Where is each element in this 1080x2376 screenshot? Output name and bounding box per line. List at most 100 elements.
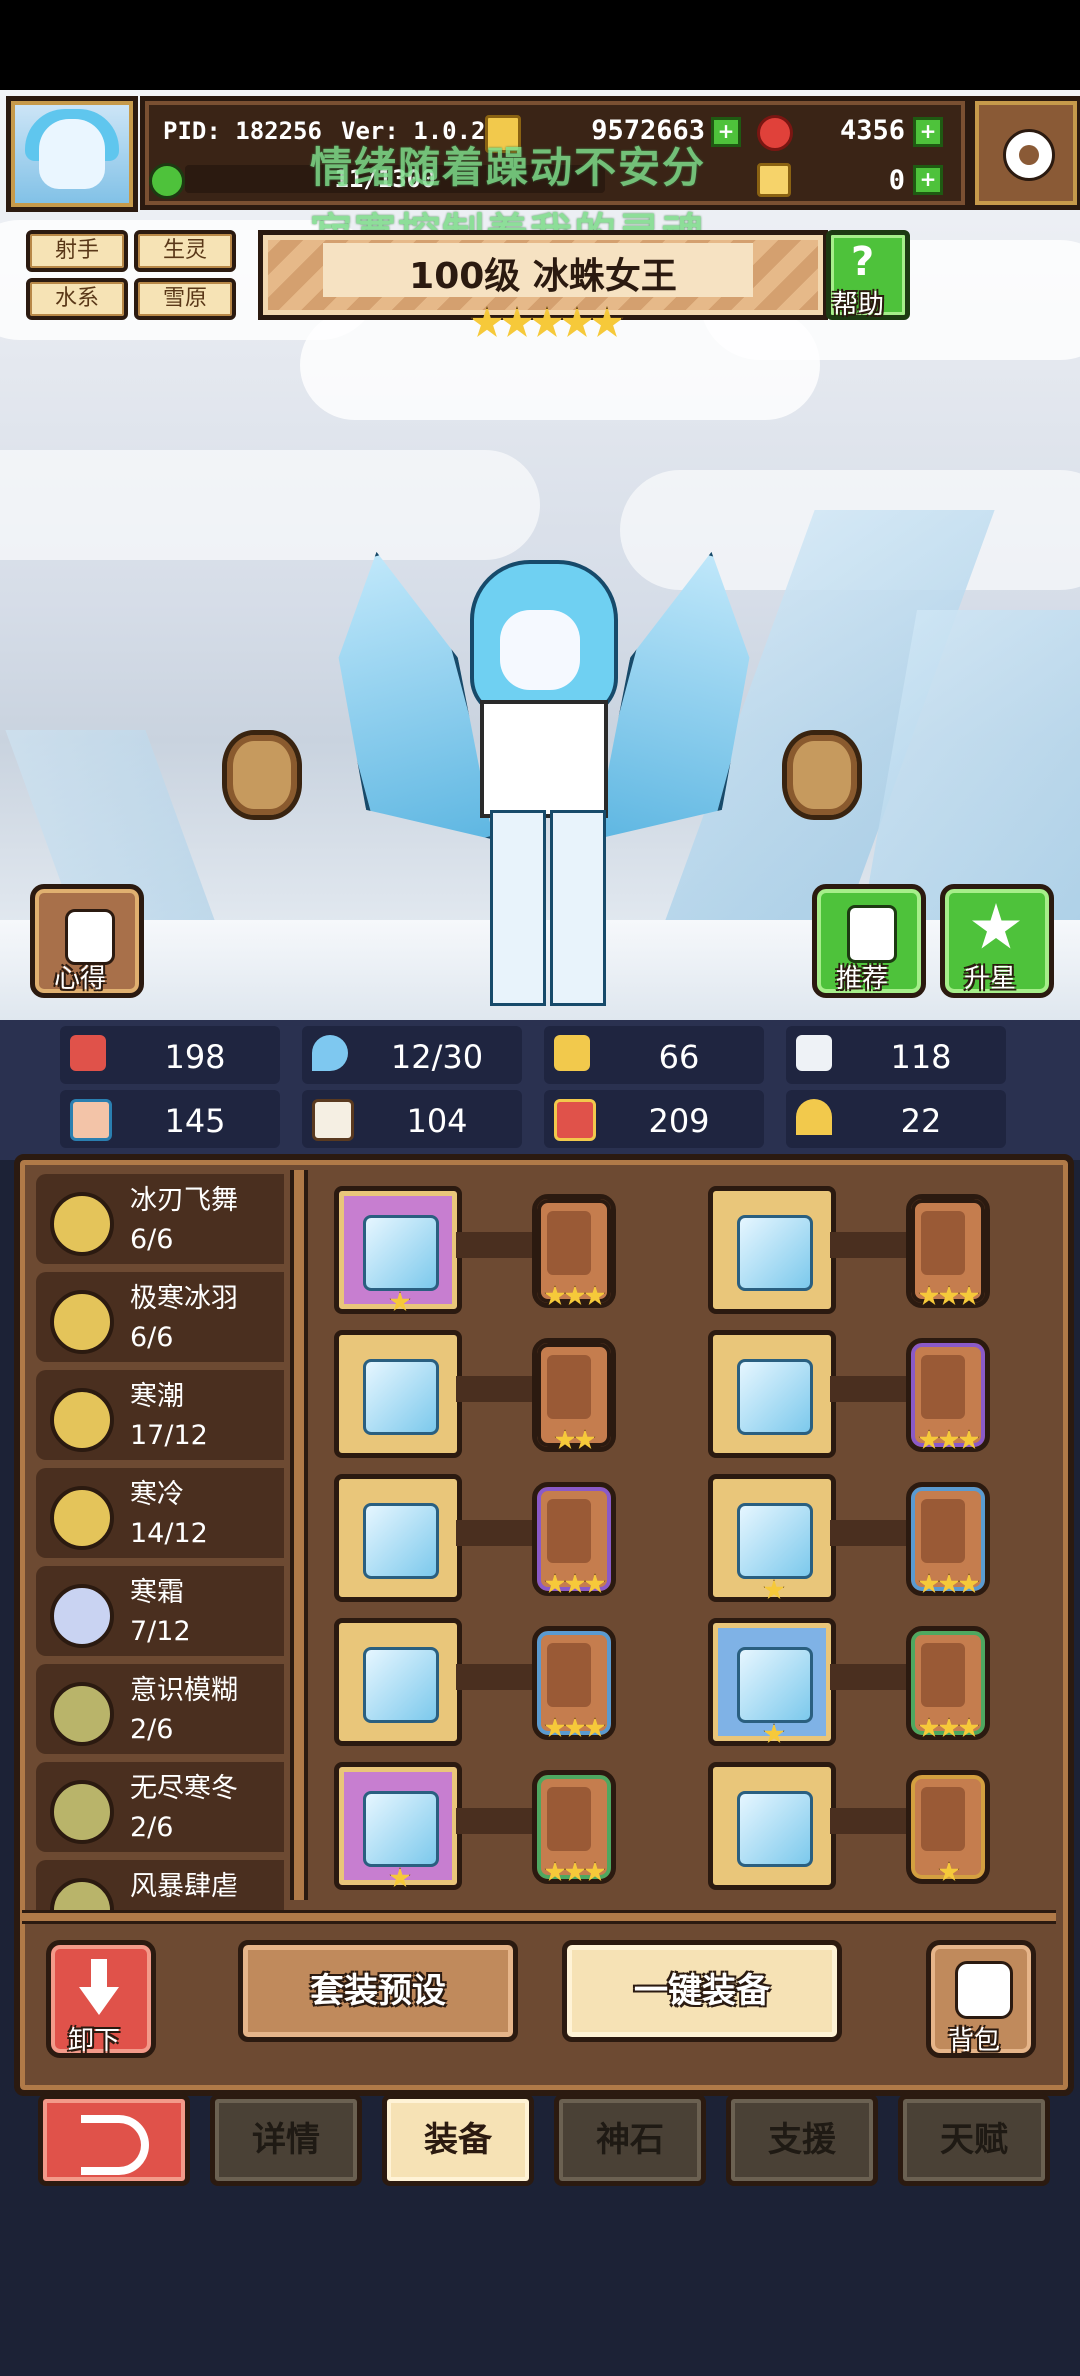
equipment-slot[interactable]: [708, 1762, 836, 1890]
rune-star-icon: [544, 1861, 566, 1882]
next-hero-button[interactable]: [782, 730, 862, 820]
rune-star-icon: [544, 1285, 566, 1306]
add-gold-icon[interactable]: +: [711, 117, 741, 147]
stat-attack: 145: [60, 1090, 280, 1148]
heart-icon: [70, 1035, 106, 1071]
stat-value: 198: [164, 1038, 226, 1076]
equipment-slot[interactable]: [708, 1330, 836, 1458]
rune-icon: [921, 1643, 965, 1707]
set-preset-button[interactable]: 套装预设: [238, 1940, 518, 2042]
set-count: 2/6: [130, 1812, 174, 1843]
set-item[interactable]: 风暴肆虐: [36, 1860, 284, 1910]
rune-slot[interactable]: [532, 1770, 616, 1884]
slot-connector: [830, 1808, 910, 1834]
rune-icon: [547, 1787, 591, 1851]
player-avatar[interactable]: [6, 96, 138, 212]
set-item[interactable]: 寒霜 7/12: [36, 1566, 284, 1656]
set-icon: [50, 1388, 114, 1452]
tag-race: 生灵: [134, 230, 236, 272]
set-item[interactable]: 寒潮 17/12: [36, 1370, 284, 1460]
bag-icon: [955, 1961, 1013, 2019]
equipment-slot[interactable]: [334, 1618, 462, 1746]
equipment-slot[interactable]: [708, 1618, 836, 1746]
item-star-icon: [763, 1579, 785, 1600]
cape-icon: [737, 1359, 813, 1435]
slot-connector: [830, 1664, 910, 1690]
hero-character[interactable]: [320, 520, 760, 1020]
equipment-slot[interactable]: [334, 1186, 462, 1314]
item-star-icon: [389, 1291, 411, 1312]
rune-slot[interactable]: [532, 1194, 616, 1308]
horseshoe-icon: [796, 1099, 832, 1135]
panel-divider: [290, 1170, 308, 1900]
set-name: 意识模糊: [130, 1675, 238, 1706]
rune-icon: [547, 1211, 591, 1275]
fist-icon: [70, 1099, 112, 1141]
rune-star-icon: [958, 1429, 980, 1450]
settings-button[interactable]: [970, 96, 1080, 210]
rune-star-icon: [938, 1573, 960, 1594]
star-icon: [972, 903, 1020, 949]
set-item[interactable]: 极寒冰羽 6/6: [36, 1272, 284, 1362]
set-name: 极寒冰羽: [130, 1283, 238, 1314]
set-name: 风暴肆虐: [130, 1871, 238, 1902]
rune-slot[interactable]: [906, 1482, 990, 1596]
slot-connector: [456, 1376, 536, 1402]
set-bonus-list[interactable]: 冰刃飞舞 6/6 极寒冰羽 6/6 寒潮 17/12 寒冷 14/12 寒霜 7…: [22, 1170, 284, 1910]
set-count: 6/6: [130, 1224, 174, 1255]
tab-equipment[interactable]: 装备: [382, 2094, 534, 2186]
rune-slot[interactable]: [532, 1338, 616, 1452]
back-button[interactable]: [38, 2094, 190, 2186]
tab-details[interactable]: 详情: [210, 2094, 362, 2186]
rune-icon: [921, 1787, 965, 1851]
add-ticket-icon[interactable]: +: [913, 165, 943, 195]
rune-slot[interactable]: [906, 1770, 990, 1884]
equipment-slot[interactable]: [708, 1474, 836, 1602]
sword-icon: [363, 1215, 439, 1291]
set-item[interactable]: 冰刃飞舞 6/6: [36, 1174, 284, 1264]
equipment-slot[interactable]: [708, 1186, 836, 1314]
shield-icon: [554, 1035, 590, 1071]
help-label: 帮助: [832, 290, 885, 320]
rune-slot[interactable]: [532, 1482, 616, 1596]
set-name: 寒霜: [130, 1577, 184, 1608]
ticket-amount: 0: [888, 165, 905, 196]
equipment-slot[interactable]: [334, 1330, 462, 1458]
add-gem-icon[interactable]: +: [913, 117, 943, 147]
recommend-label: 推荐: [836, 964, 889, 994]
rune-star-icon: [544, 1717, 566, 1738]
notes-label: 心得: [54, 964, 107, 994]
tag-element: 水系: [26, 278, 128, 320]
tab-support[interactable]: 支援: [726, 2094, 878, 2186]
gem-amount: 4356: [839, 115, 905, 146]
clover-icon: [149, 163, 185, 199]
book-icon: [312, 1099, 354, 1141]
slot-connector: [830, 1376, 910, 1402]
equipment-slot[interactable]: [334, 1474, 462, 1602]
crown-icon: [737, 1215, 813, 1291]
ruby-gem-icon: [757, 115, 793, 151]
rune-slot[interactable]: [906, 1626, 990, 1740]
rune-star-icon: [574, 1429, 596, 1450]
rune-star-icon: [544, 1573, 566, 1594]
set-item[interactable]: 意识模糊 2/6: [36, 1664, 284, 1754]
set-icon: [50, 1878, 114, 1910]
stat-value: 118: [890, 1038, 952, 1076]
rune-slot[interactable]: [906, 1194, 990, 1308]
dagger-icon: [363, 1359, 439, 1435]
status-bar: [0, 0, 1080, 90]
rune-star-icon: [564, 1717, 586, 1738]
equipment-slot[interactable]: [334, 1762, 462, 1890]
set-count: 7/12: [130, 1616, 191, 1647]
auto-equip-button[interactable]: 一键装备: [562, 1940, 842, 2042]
down-arrow-icon: [79, 1959, 119, 2015]
rune-icon: [921, 1211, 965, 1275]
rune-slot[interactable]: [532, 1626, 616, 1740]
prev-hero-button[interactable]: [222, 730, 302, 820]
rune-slot[interactable]: [906, 1338, 990, 1452]
tab-talent[interactable]: 天赋: [898, 2094, 1050, 2186]
rune-star-icon: [938, 1717, 960, 1738]
tab-god-stone[interactable]: 神石: [554, 2094, 706, 2186]
set-item[interactable]: 寒冷 14/12: [36, 1468, 284, 1558]
set-item[interactable]: 无尽寒冬 2/6: [36, 1762, 284, 1852]
